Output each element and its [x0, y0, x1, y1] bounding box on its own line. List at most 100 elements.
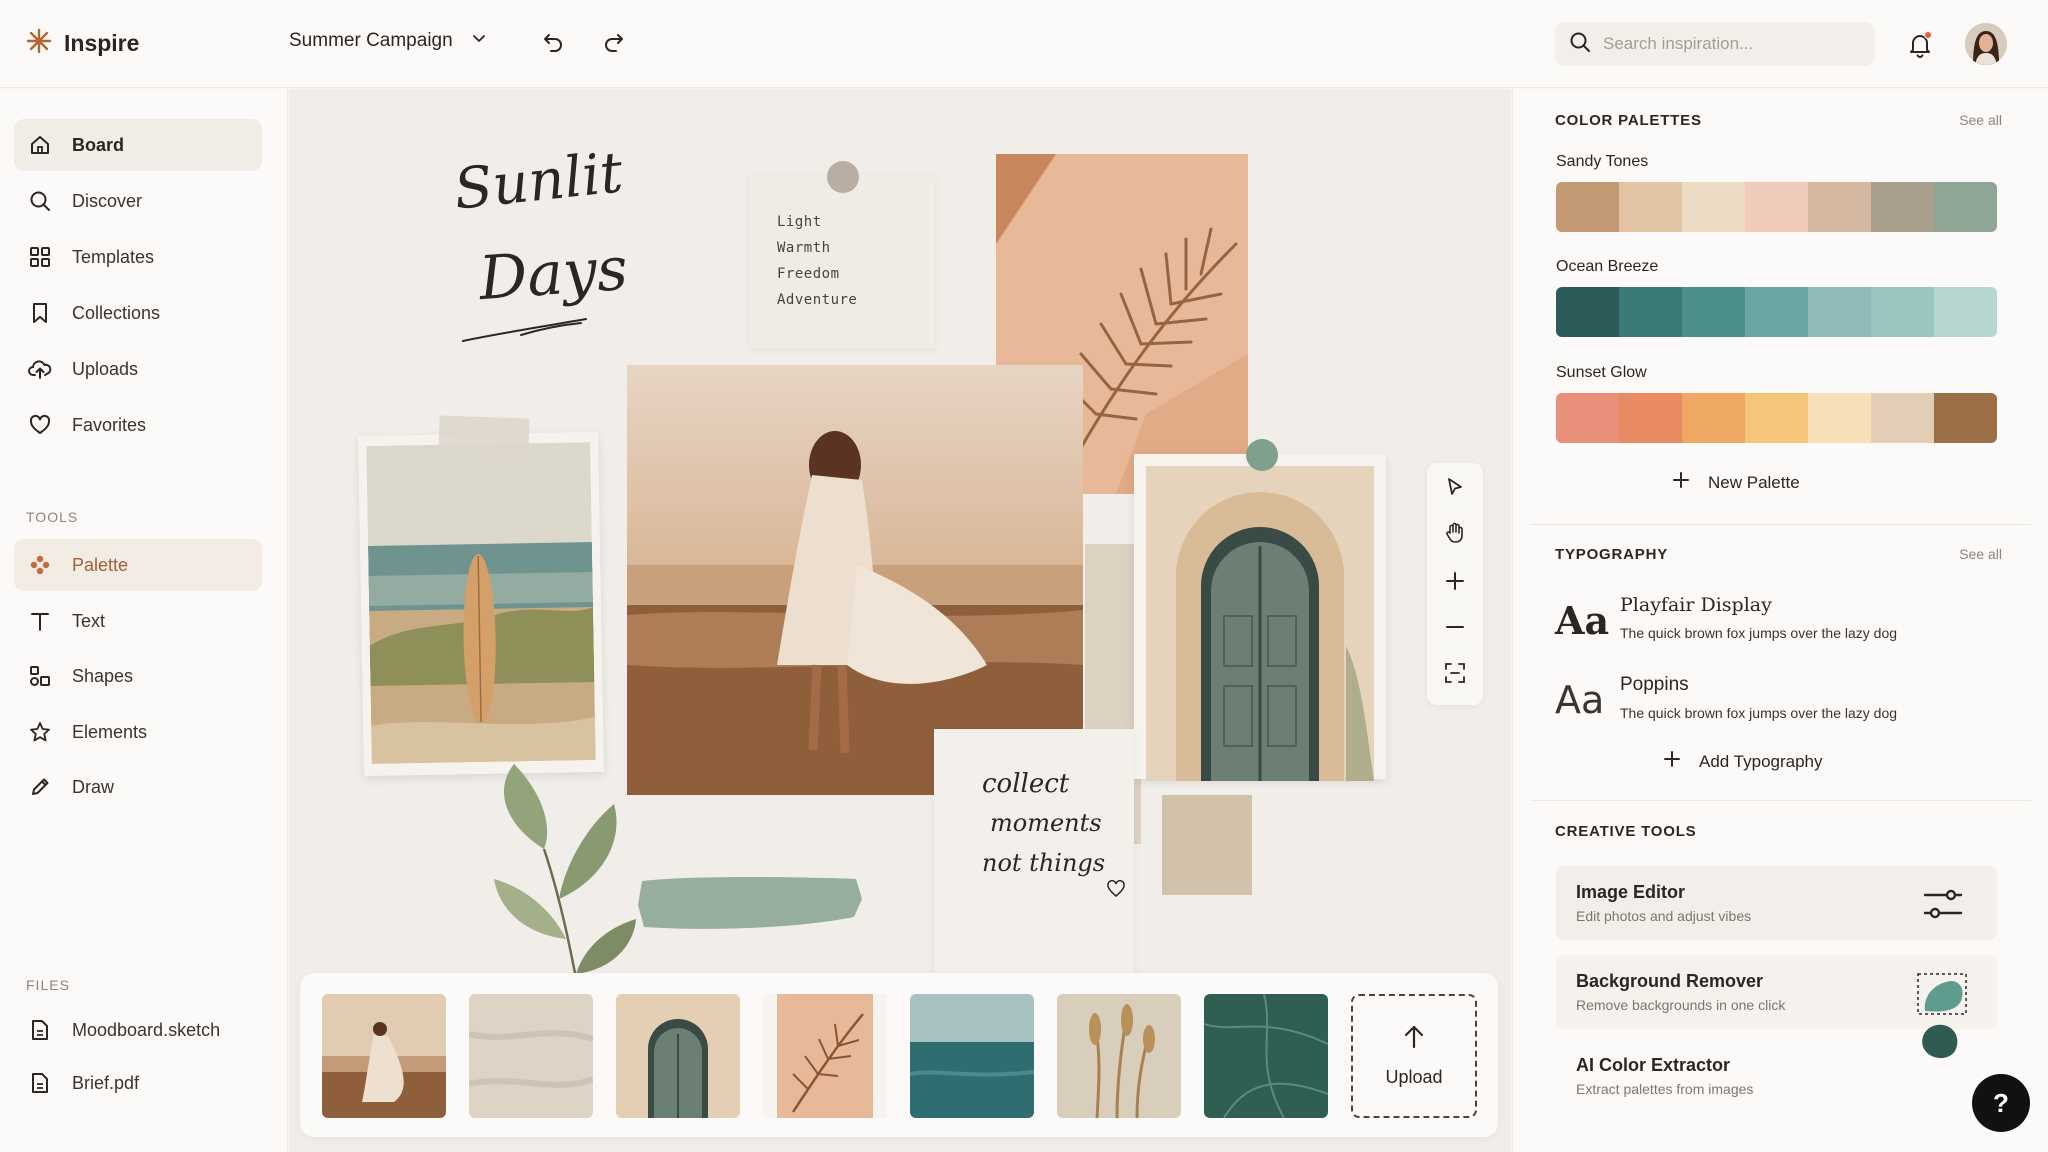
sage-brush-stroke[interactable] [634, 869, 866, 939]
upload-label: Upload [1385, 1067, 1443, 1087]
color-swatch[interactable] [1871, 287, 1934, 337]
thumb-arched-door[interactable] [616, 994, 740, 1118]
color-swatch[interactable] [1556, 182, 1619, 232]
color-swatch[interactable] [1556, 287, 1619, 337]
color-swatch[interactable] [1934, 393, 1997, 443]
search-input[interactable] [1603, 34, 1853, 54]
upload-button[interactable]: Upload [1351, 994, 1477, 1118]
font-item-playfair-display[interactable]: Aa Playfair Display The quick brown fox … [1555, 594, 1995, 658]
pan-tool-button[interactable] [1441, 521, 1469, 549]
color-swatch[interactable] [1619, 182, 1682, 232]
quote-line: not things [982, 849, 1106, 877]
sidebar-item-elements[interactable]: Elements [14, 706, 262, 758]
color-swatch[interactable] [1934, 287, 1997, 337]
board-title-line2[interactable]: Days [477, 234, 630, 314]
tool-background-remover[interactable]: Background Remover Remove backgrounds in… [1556, 955, 1997, 1029]
keywords-note[interactable]: Light Warmth Freedom Adventure [749, 174, 935, 348]
color-swatch[interactable] [1934, 182, 1997, 232]
color-swatch[interactable] [1871, 393, 1934, 443]
bell-icon [1904, 35, 1936, 64]
quote-card[interactable]: collect moments not things [934, 729, 1134, 1009]
sidebar-item-label: Palette [72, 554, 129, 575]
color-swatch[interactable] [1745, 182, 1808, 232]
user-avatar[interactable] [1965, 23, 2007, 65]
thumb-beach-woman[interactable] [322, 994, 446, 1118]
thumb-green-marble[interactable] [1204, 994, 1328, 1118]
file-item-brief[interactable]: Brief.pdf [14, 1057, 262, 1109]
thumb-palm-leaf[interactable] [763, 994, 887, 1118]
file-name: Brief.pdf [72, 1072, 140, 1093]
tool-ai-color-extractor[interactable]: AI Color Extractor Extract palettes from… [1556, 1024, 1997, 1113]
app-logo[interactable]: Inspire [26, 28, 139, 59]
document-icon [28, 1018, 52, 1042]
creative-tools-section-title: CREATIVE TOOLS [1555, 823, 1697, 840]
search-icon [28, 189, 52, 213]
sidebar-item-palette[interactable]: Palette [14, 539, 262, 591]
color-swatch[interactable] [1619, 393, 1682, 443]
sidebar-item-shapes[interactable]: Shapes [14, 650, 262, 702]
sidebar-item-label: Shapes [72, 665, 134, 686]
help-button[interactable]: ? [1972, 1074, 2030, 1132]
fit-to-screen-button[interactable] [1441, 661, 1469, 689]
thumb-ocean[interactable] [910, 994, 1034, 1118]
search-bar[interactable] [1555, 22, 1875, 66]
color-swatch[interactable] [1682, 182, 1745, 232]
font-item-poppins[interactable]: Aa Poppins The quick brown fox jumps ove… [1555, 674, 1995, 738]
palette-name: Sandy Tones [1556, 153, 1649, 170]
sidebar-item-collections[interactable]: Collections [14, 287, 262, 339]
surfboard-photo-frame[interactable] [358, 431, 604, 777]
tape-strip [438, 415, 530, 453]
thumb-dried-grass[interactable] [1057, 994, 1181, 1118]
color-swatch[interactable] [1808, 287, 1871, 337]
file-item-moodboard[interactable]: Moodboard.sketch [14, 1004, 262, 1056]
board-title-line1[interactable]: Sunlit [451, 140, 626, 222]
sidebar-item-text[interactable]: Text [14, 595, 262, 647]
new-palette-label: New Palette [1708, 472, 1800, 492]
palette-sandy-tones[interactable] [1556, 182, 1997, 232]
thumb-linen-texture[interactable] [469, 994, 593, 1118]
section-divider [1531, 524, 2031, 525]
font-sample: The quick brown fox jumps over the lazy … [1620, 705, 1898, 721]
color-swatch[interactable] [1556, 393, 1619, 443]
color-swatch[interactable] [1871, 182, 1934, 232]
add-typography-button[interactable]: Add Typography [1663, 750, 1823, 773]
sidebar-item-discover[interactable]: Discover [14, 175, 262, 227]
tool-image-editor[interactable]: Image Editor Edit photos and adjust vibe… [1556, 866, 1997, 940]
sidebar-item-label: Board [72, 134, 125, 155]
color-swatch[interactable] [1808, 393, 1871, 443]
sidebar-item-favorites[interactable]: Favorites [14, 399, 262, 451]
palette-ocean-breeze[interactable] [1556, 287, 1997, 337]
select-tool-button[interactable] [1441, 475, 1469, 503]
redo-icon [602, 30, 626, 59]
zoom-in-button[interactable] [1441, 569, 1469, 597]
color-blob-icon [1917, 1021, 1961, 1066]
arch-door-photo [1146, 466, 1374, 781]
color-swatch[interactable] [1682, 287, 1745, 337]
sidebar-item-templates[interactable]: Templates [14, 231, 262, 283]
undo-icon [541, 30, 565, 59]
project-selector[interactable]: Summer Campaign [289, 30, 487, 52]
undo-button[interactable] [539, 30, 567, 58]
notifications-button[interactable] [1904, 28, 1936, 60]
sidebar-item-draw[interactable]: Draw [14, 761, 262, 813]
typography-see-all-link[interactable]: See all [1959, 546, 2002, 562]
color-swatch[interactable] [1745, 287, 1808, 337]
palettes-see-all-link[interactable]: See all [1959, 112, 2002, 128]
zoom-out-button[interactable] [1441, 615, 1469, 643]
color-swatch[interactable] [1682, 393, 1745, 443]
color-swatch[interactable] [1745, 393, 1808, 443]
sidebar-item-uploads[interactable]: Uploads [14, 343, 262, 395]
color-swatch[interactable] [1619, 287, 1682, 337]
add-typography-label: Add Typography [1699, 751, 1823, 771]
new-palette-button[interactable]: New Palette [1672, 471, 1800, 494]
sidebar-item-board[interactable]: Board [14, 119, 262, 171]
files-section-label: FILES [26, 977, 70, 993]
palette-name: Ocean Breeze [1556, 258, 1659, 275]
palette-sunset-glow[interactable] [1556, 393, 1997, 443]
arch-door-photo-frame[interactable] [1134, 454, 1386, 781]
redo-button[interactable] [600, 30, 628, 58]
star-icon [28, 720, 52, 744]
color-swatch[interactable] [1808, 182, 1871, 232]
app-name: Inspire [64, 30, 140, 56]
font-name: Poppins [1620, 674, 1689, 695]
